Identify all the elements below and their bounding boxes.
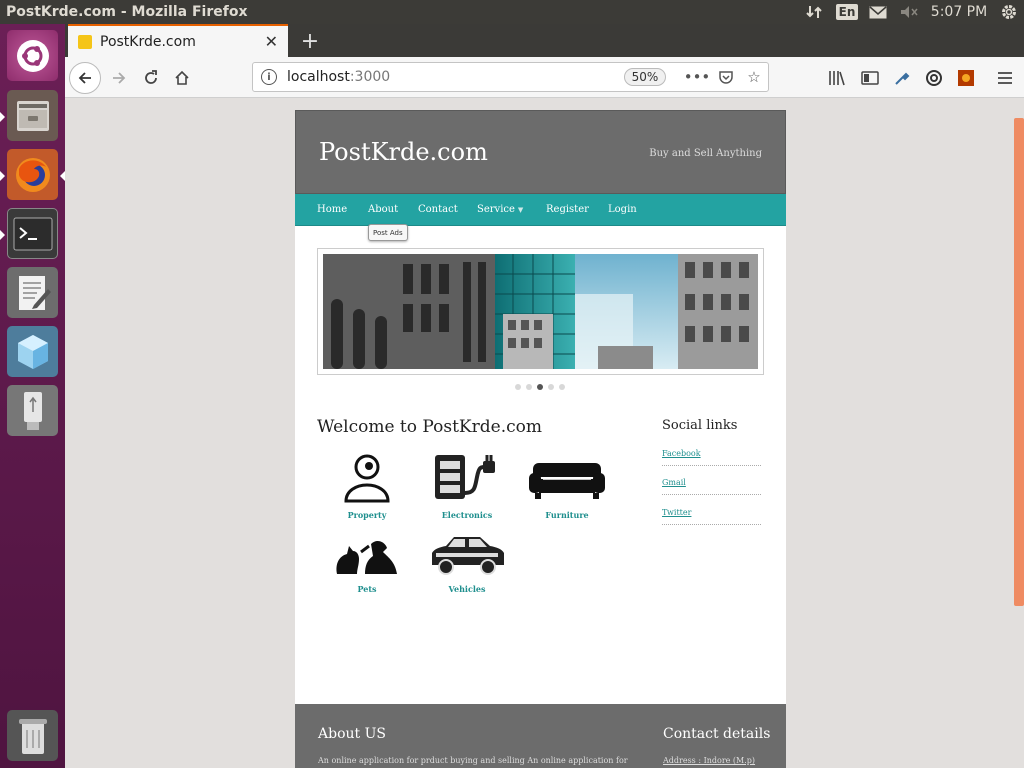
favicon-icon [78, 34, 92, 49]
category-property[interactable]: Property [327, 450, 407, 520]
nav-about[interactable]: About [368, 204, 398, 215]
forward-button[interactable] [103, 62, 135, 94]
sidebar-icon[interactable] [854, 62, 886, 94]
text-editor-icon[interactable] [7, 267, 58, 318]
category-electronics[interactable]: Electronics [427, 450, 507, 520]
usb-drive-icon[interactable] [7, 385, 58, 436]
site-info-icon[interactable]: i [261, 69, 277, 85]
back-button[interactable] [69, 62, 101, 94]
reload-button[interactable] [135, 62, 167, 94]
launcher [0, 24, 65, 768]
bookmark-star-icon[interactable]: ☆ [743, 66, 765, 88]
eyedropper-icon[interactable] [886, 62, 918, 94]
social-link-facebook[interactable]: Facebook [662, 449, 761, 466]
menu-icon[interactable] [989, 62, 1021, 94]
files-icon[interactable] [7, 90, 58, 141]
category-vehicles[interactable]: Vehicles [427, 524, 507, 594]
tab-title: PostKrde.com [100, 33, 196, 50]
slider-dot[interactable] [526, 384, 532, 390]
social-links-heading: Social links [662, 418, 738, 433]
ubuntu-dash-icon[interactable] [7, 30, 58, 81]
new-tab-button[interactable]: + [296, 27, 324, 55]
property-icon [327, 450, 407, 508]
electronics-icon [427, 450, 507, 508]
about-text: An online application for prduct buying … [318, 756, 628, 765]
tab-bar: PostKrde.com ✕ + [65, 24, 1024, 57]
site-header: PostKrde.com Buy and Sell Anything [295, 110, 786, 194]
navigation-toolbar: i localhost:3000 50% ••• ☆ [65, 57, 1024, 98]
contact-heading: Contact details [663, 726, 771, 742]
extension-icon[interactable] [918, 62, 950, 94]
slide-image [323, 254, 758, 369]
nav-register[interactable]: Register [546, 204, 589, 215]
mail-icon[interactable] [862, 0, 894, 24]
nav-home[interactable]: Home [317, 204, 347, 215]
zoom-indicator[interactable]: 50% [624, 68, 666, 86]
scrollbar-thumb[interactable] [1014, 118, 1024, 606]
tooltip: Post Ads [368, 224, 408, 241]
tab-close-icon[interactable]: ✕ [265, 32, 278, 51]
web-page: PostKrde.com Buy and Sell Anything Home … [295, 110, 786, 768]
nav-login[interactable]: Login [608, 204, 637, 215]
social-link-twitter[interactable]: Twitter [662, 508, 761, 525]
about-heading: About US [318, 726, 386, 742]
window-title: PostKrde.com - Mozilla Firefox [6, 4, 248, 20]
nav-contact[interactable]: Contact [418, 204, 458, 215]
system-top-bar: PostKrde.com - Mozilla Firefox En 5:07 P… [0, 0, 1024, 24]
chevron-down-icon: ▼ [517, 206, 524, 214]
slider-pagination [515, 384, 565, 390]
volume-muted-icon[interactable] [894, 0, 924, 24]
library-icon[interactable] [821, 62, 853, 94]
slider-dot[interactable] [548, 384, 554, 390]
social-link-gmail[interactable]: Gmail [662, 478, 761, 495]
site-footer: About US An online application for prduc… [295, 704, 786, 768]
image-slider[interactable] [317, 248, 764, 375]
clock[interactable]: 5:07 PM [924, 0, 994, 24]
browser-viewport[interactable]: PostKrde.com Buy and Sell Anything Home … [65, 98, 1024, 768]
contact-address[interactable]: Address : Indore (M.p) [663, 756, 755, 765]
pets-icon [327, 524, 407, 582]
firefox-icon[interactable] [7, 149, 58, 200]
sofa-icon [527, 450, 607, 508]
pocket-icon[interactable] [715, 66, 737, 88]
welcome-heading: Welcome to PostKrde.com [317, 417, 542, 437]
slider-dot[interactable] [559, 384, 565, 390]
slider-dot[interactable] [515, 384, 521, 390]
category-pets[interactable]: Pets [327, 524, 407, 594]
terminal-icon[interactable] [7, 208, 58, 259]
home-button[interactable] [166, 62, 198, 94]
network-icon[interactable] [796, 0, 832, 24]
url-text[interactable]: localhost:3000 [287, 69, 390, 85]
virtualbox-icon[interactable] [7, 326, 58, 377]
system-tray: En 5:07 PM [796, 0, 1024, 24]
car-icon [427, 524, 507, 582]
site-nav: Home About Contact Service ▼ Register Log… [295, 194, 786, 226]
url-bar[interactable]: i localhost:3000 50% ••• ☆ [252, 62, 769, 92]
tab-postkrde[interactable]: PostKrde.com ✕ [68, 24, 288, 57]
addon-icon[interactable] [950, 62, 982, 94]
scrollbar-track[interactable] [1014, 98, 1024, 768]
settings-gear-icon[interactable] [994, 0, 1024, 24]
site-title[interactable]: PostKrde.com [319, 138, 488, 166]
slider-dot-active[interactable] [537, 384, 543, 390]
category-furniture[interactable]: Furniture [527, 450, 607, 520]
page-actions-icon[interactable]: ••• [684, 66, 711, 88]
keyboard-layout-indicator[interactable]: En [832, 0, 862, 24]
trash-icon[interactable] [7, 710, 58, 761]
site-tagline: Buy and Sell Anything [649, 148, 762, 159]
nav-service[interactable]: Service ▼ [477, 204, 523, 215]
